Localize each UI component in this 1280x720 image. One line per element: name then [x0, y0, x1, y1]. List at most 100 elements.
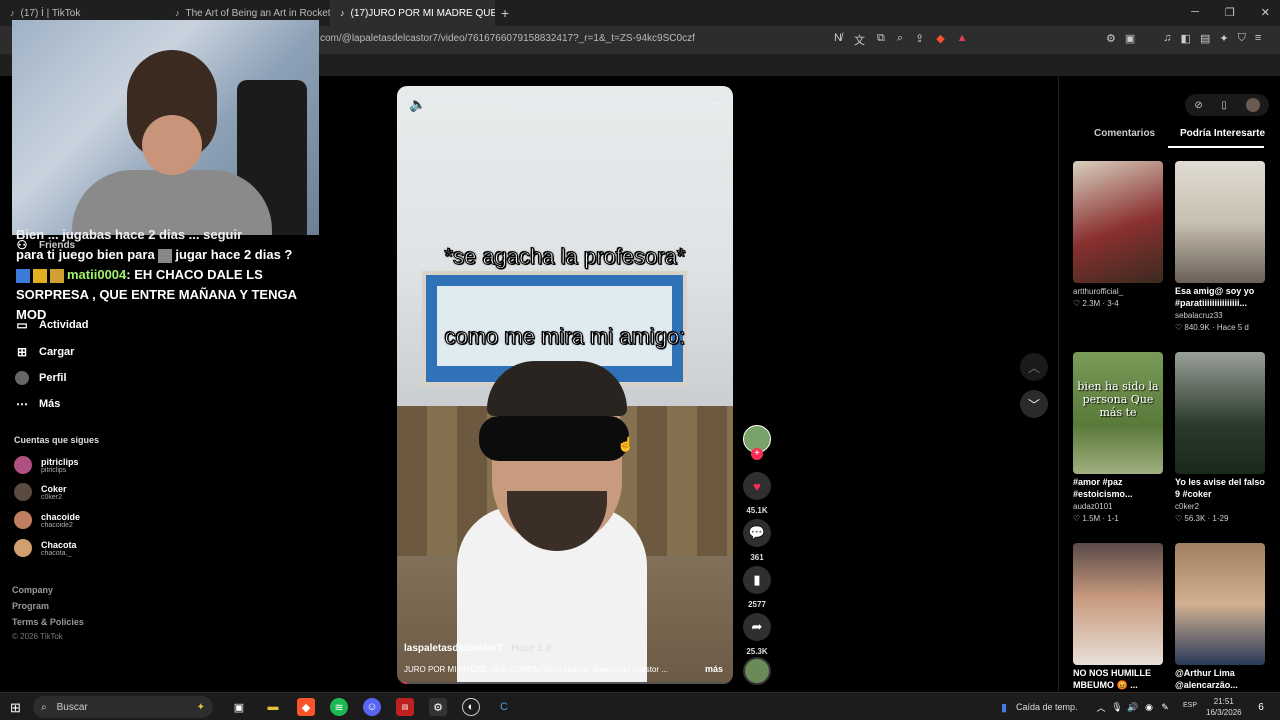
app-icon[interactable]: ◐ [462, 698, 480, 716]
mouse-cursor-icon: ☝ [617, 436, 635, 452]
more-options-icon[interactable]: ⋯ [707, 94, 721, 111]
toolbar-icons: ⚙ ▣ ♫ ◧ ▤ ✦ ⛉ ≡ [1106, 32, 1261, 45]
window-controls: ─ ❐ ✕ [1191, 6, 1270, 19]
tiktok-icon: ♪ [10, 8, 15, 18]
description-more-link[interactable]: más [705, 664, 723, 674]
taskbar-search[interactable]: ⌕ Buscar ✦ [33, 696, 213, 718]
zoom-icon[interactable]: ⌕ [897, 32, 903, 48]
open-external-icon[interactable]: ⧉ [877, 32, 885, 48]
comment-button[interactable]: 💬 361 [743, 519, 771, 562]
extensions-icon[interactable]: ⚙ [1106, 32, 1116, 45]
language-indicator[interactable]: ESP [1183, 702, 1197, 709]
save-button[interactable]: ▮ 2577 [743, 566, 771, 609]
phone-icon[interactable]: ▯ [1221, 100, 1227, 111]
vpn-icon[interactable]: ⛉ [1238, 32, 1246, 45]
next-video-button[interactable]: ﹀ [1020, 390, 1048, 418]
video-thumbnail: bien ha sido la persona Que más te [1073, 352, 1163, 474]
following-account[interactable]: Coker c0ker2 [14, 483, 67, 501]
app-icon[interactable]: ▤ [396, 698, 414, 716]
wallet-icon[interactable]: ▣ [1125, 32, 1135, 45]
windows-taskbar: ⊞ ⌕ Buscar ✦ ▣ ▬ ◆ ≋ ☺ ▤ ⚙ ◐ C ▮ Caída d… [0, 692, 1280, 720]
file-explorer-icon[interactable]: ▬ [264, 698, 282, 716]
following-account[interactable]: Chacota chacota._ [14, 539, 77, 557]
video-author[interactable]: laspaletasdelcastor7 · Hace 3 d [404, 643, 551, 654]
video-player[interactable]: *se agacha la profesora* como me mira mi… [397, 86, 733, 684]
discord-icon[interactable]: ☺ [363, 698, 381, 716]
video-thumbnail [1073, 161, 1163, 283]
chat-line: Bien ... jugabas hace 2 dias ... seguir [16, 227, 243, 242]
tab-might-interest[interactable]: Podría Interesarte [1180, 128, 1265, 139]
video-description: JURO POR MI MADRE QUE COMENTO(ya juraste… [404, 665, 668, 674]
clock[interactable]: 21:51 16/3/2026 [1206, 696, 1242, 718]
brave-browser-icon[interactable]: ◆ [297, 698, 315, 716]
video-caption-top: *se agacha la profesora* [444, 244, 686, 270]
sidebar-toggle-icon[interactable]: ◧ [1181, 32, 1191, 45]
comment-icon: 💬 [743, 519, 771, 547]
minimize-icon[interactable]: ─ [1191, 6, 1199, 19]
previous-video-button[interactable]: ︿ [1020, 353, 1048, 381]
stream-chat: Bien ... jugabas hace 2 dias ... seguir … [16, 225, 306, 325]
thumbnail-overlay-text: bien ha sido la persona Que más te [1077, 380, 1159, 419]
sidebar-item-more[interactable]: ⋯ Más [15, 397, 60, 411]
url-field[interactable]: com/@lapaletasdelcastor7/video/761676607… [320, 33, 695, 44]
suggested-video-card[interactable]: bien ha sido la persona Que más te #amor… [1073, 352, 1163, 523]
footer-link-company[interactable]: Company [12, 585, 53, 595]
following-title: Cuentas que sigues [14, 435, 100, 445]
share-icon[interactable]: ⇪ [915, 32, 924, 48]
heart-icon: ♥ [743, 472, 771, 500]
spotify-icon[interactable]: ≋ [330, 698, 348, 716]
suggested-video-card[interactable]: artthurofficial_ ♡ 2.3M · 3-4 [1073, 161, 1163, 308]
right-panel-controls: ⊘ ▯ [1185, 94, 1269, 116]
like-button[interactable]: ♥ 45.1K [743, 472, 771, 515]
notification-icon[interactable]: 6 [1252, 698, 1270, 716]
footer-link-terms[interactable]: Terms & Policies [12, 617, 84, 627]
following-account[interactable]: chacoide chacoide2 [14, 511, 80, 529]
suggested-video-card[interactable]: NO NOS HUMILLE MBEUMO 😡 ... [1073, 543, 1163, 691]
address-icons: N̸ 文 ⧉ ⌕ ⇪ ◆ ▲ [834, 32, 968, 48]
chevron-up-icon: ︿ [1027, 360, 1040, 375]
chevron-down-icon: ﹀ [1027, 397, 1040, 412]
app-icon[interactable]: C [495, 698, 513, 716]
avatar [14, 539, 32, 557]
task-view-icon[interactable]: ▣ [230, 698, 248, 716]
chat-emote-icon [158, 248, 173, 263]
sidebar-item-upload[interactable]: ⊞ Cargar [15, 345, 75, 359]
brave-shield-icon[interactable]: ◆ [936, 32, 944, 48]
pen-icon[interactable]: ✎ [1156, 698, 1174, 716]
follow-plus-icon[interactable]: + [751, 448, 763, 460]
new-tab-button[interactable]: + [501, 5, 509, 21]
volume-icon[interactable]: 🔈 [409, 96, 426, 113]
footer-link-program[interactable]: Program [12, 601, 49, 611]
tab-active-video[interactable]: ♪(17)JURO POR MI MADRE QUE C✕ [330, 0, 495, 26]
suggested-video-card[interactable]: Yo les avise del falso 9 #coker c0ker2 ♡… [1175, 352, 1265, 523]
weather-text[interactable]: Caída de temp. [1016, 702, 1078, 712]
app-icon[interactable]: ⚙ [429, 698, 447, 716]
following-account[interactable]: pitriclips pitriclips [14, 456, 79, 474]
search-icon: ⌕ [41, 701, 47, 713]
rewards-icon[interactable]: ▲ [957, 32, 968, 48]
share-button[interactable]: ➦ 25.3K [743, 613, 771, 656]
leo-icon[interactable]: ✦ [1219, 32, 1228, 45]
suggested-video-card[interactable]: Esa amig@ soy yo #paratiiiiiiiiiiiiiii..… [1175, 161, 1265, 332]
menu-icon[interactable]: ≡ [1255, 32, 1261, 45]
reader-icon[interactable]: N̸ [834, 32, 842, 48]
user-avatar[interactable] [1245, 98, 1260, 112]
chat-message: matii0004: EH CHACO DALE LS SORPRESA , Q… [16, 267, 297, 322]
webcam-overlay [12, 20, 319, 235]
tab-comments[interactable]: Comentarios [1094, 128, 1155, 139]
music-icon[interactable]: ♫ [1163, 32, 1171, 45]
video-thumbnail [1175, 352, 1265, 474]
sidebar-item-profile[interactable]: Perfil [15, 371, 67, 385]
restore-icon[interactable]: ❐ [1225, 6, 1235, 19]
video-progress-bar[interactable] [397, 682, 733, 684]
windows-start-icon[interactable]: ⊞ [10, 700, 21, 716]
save-count: 2577 [748, 600, 766, 609]
suggested-video-card[interactable]: @Arthur Lima @alencarzão... [1175, 543, 1265, 691]
video-progress-fill [397, 682, 408, 684]
close-window-icon[interactable]: ✕ [1261, 6, 1270, 19]
wallet2-icon[interactable]: ▤ [1200, 32, 1210, 45]
bookmark-icon: ▮ [743, 566, 771, 594]
translate-icon[interactable]: 文 [854, 32, 865, 48]
sound-disc-icon[interactable] [743, 657, 771, 685]
compass-icon[interactable]: ⊘ [1194, 100, 1202, 111]
